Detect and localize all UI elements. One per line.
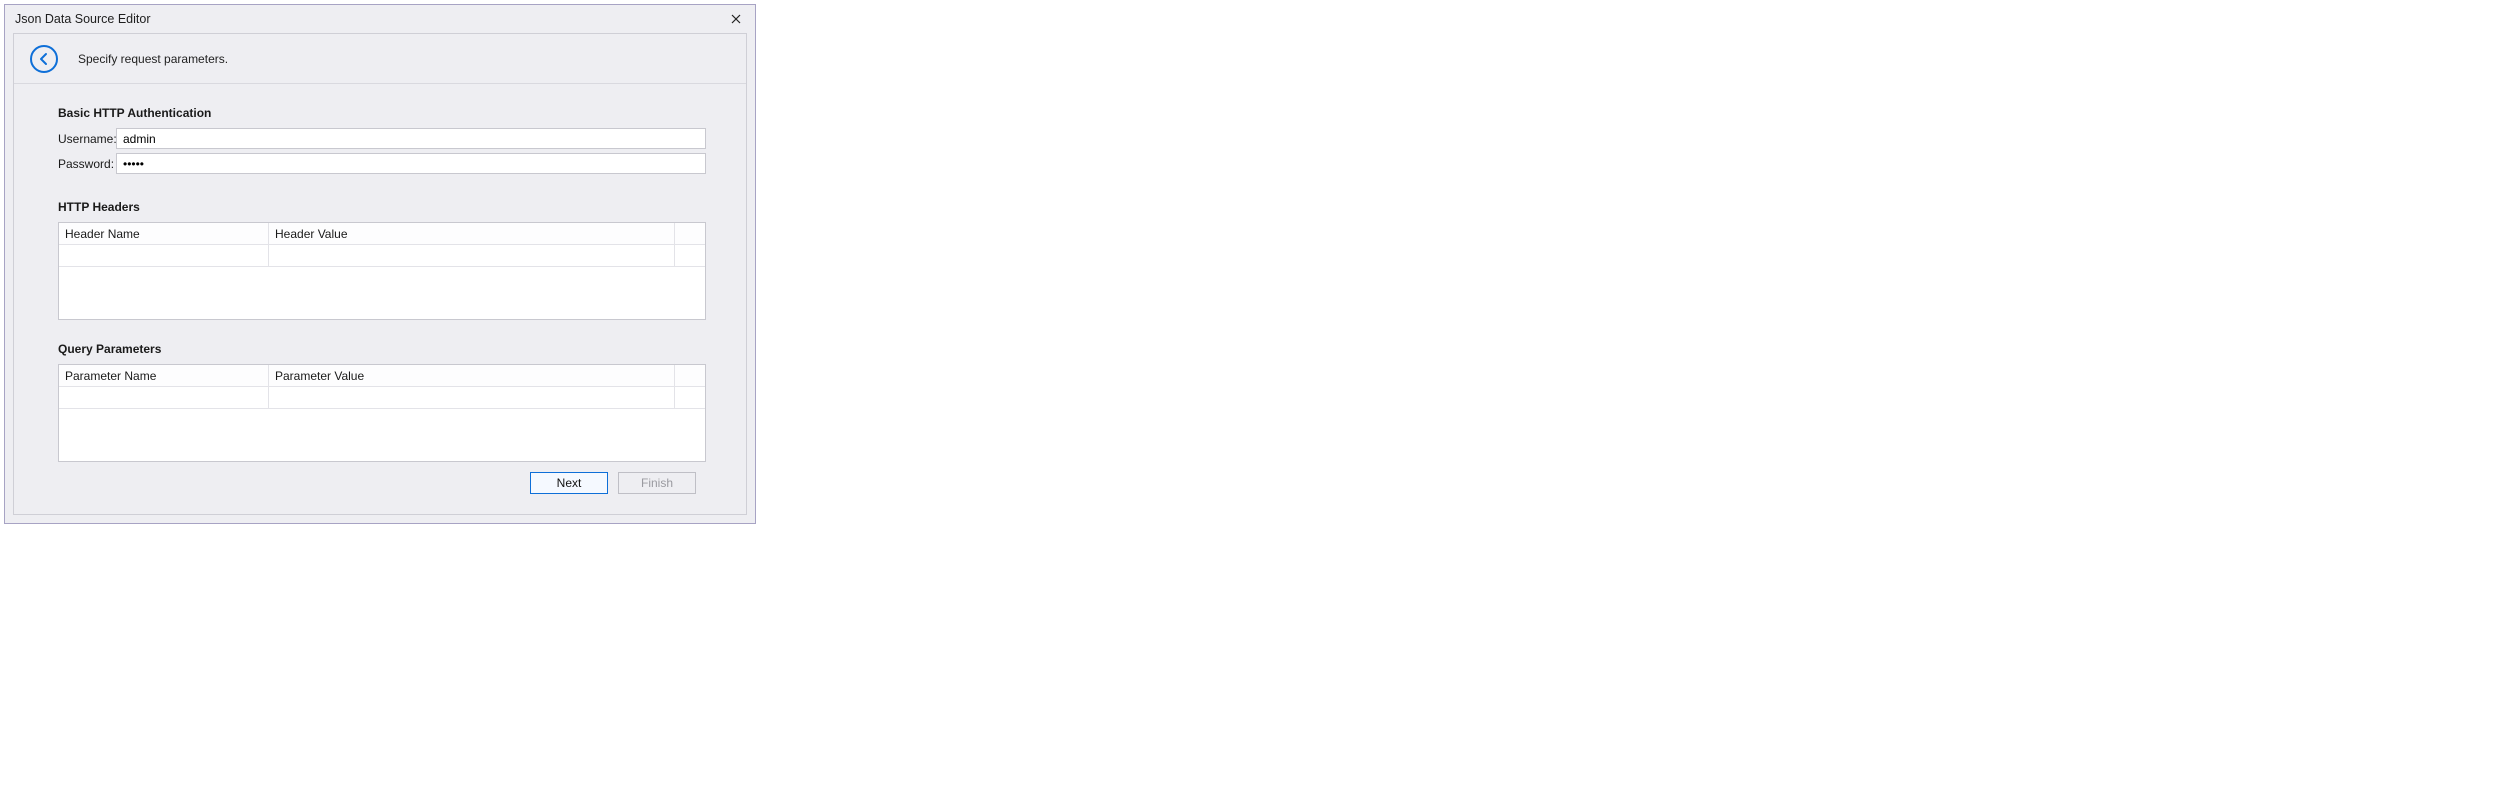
table-row[interactable]	[59, 387, 705, 409]
wizard-content: Basic HTTP Authentication Username: Pass…	[14, 84, 746, 514]
query-col-name[interactable]: Parameter Name	[59, 365, 269, 386]
arrow-left-icon	[37, 52, 51, 66]
headers-grid-header: Header Name Header Value	[59, 223, 705, 245]
param-action-cell[interactable]	[675, 387, 705, 408]
query-col-action	[675, 365, 705, 386]
titlebar: Json Data Source Editor	[5, 5, 755, 33]
query-parameters-grid: Parameter Name Parameter Value	[58, 364, 706, 462]
finish-button: Finish	[618, 472, 696, 494]
json-data-source-editor-dialog: Json Data Source Editor Specify request …	[4, 4, 756, 524]
param-name-cell[interactable]	[59, 387, 269, 408]
username-input[interactable]	[116, 128, 706, 149]
username-row: Username:	[58, 128, 706, 149]
headers-col-action	[675, 223, 705, 244]
headers-grid-empty-space	[59, 267, 705, 319]
header-value-cell[interactable]	[269, 245, 675, 266]
http-headers-grid: Header Name Header Value	[58, 222, 706, 320]
query-section-title: Query Parameters	[58, 342, 706, 356]
next-button[interactable]: Next	[530, 472, 608, 494]
wizard-header: Specify request parameters.	[14, 34, 746, 84]
back-button[interactable]	[30, 45, 58, 73]
wizard-footer: Next Finish	[58, 462, 706, 504]
password-input[interactable]	[116, 153, 706, 174]
wizard-panel: Specify request parameters. Basic HTTP A…	[13, 33, 747, 515]
headers-col-value[interactable]: Header Value	[269, 223, 675, 244]
param-value-cell[interactable]	[269, 387, 675, 408]
password-label: Password:	[58, 157, 116, 171]
wizard-subtitle: Specify request parameters.	[78, 52, 228, 66]
query-col-value[interactable]: Parameter Value	[269, 365, 675, 386]
headers-col-name[interactable]: Header Name	[59, 223, 269, 244]
query-grid-header: Parameter Name Parameter Value	[59, 365, 705, 387]
header-name-cell[interactable]	[59, 245, 269, 266]
username-label: Username:	[58, 132, 116, 146]
auth-section-title: Basic HTTP Authentication	[58, 106, 706, 120]
table-row[interactable]	[59, 245, 705, 267]
query-grid-empty-space	[59, 409, 705, 461]
headers-section-title: HTTP Headers	[58, 200, 706, 214]
password-row: Password:	[58, 153, 706, 174]
close-icon	[731, 11, 741, 27]
window-title: Json Data Source Editor	[15, 12, 723, 26]
header-action-cell[interactable]	[675, 245, 705, 266]
close-button[interactable]	[723, 8, 749, 30]
